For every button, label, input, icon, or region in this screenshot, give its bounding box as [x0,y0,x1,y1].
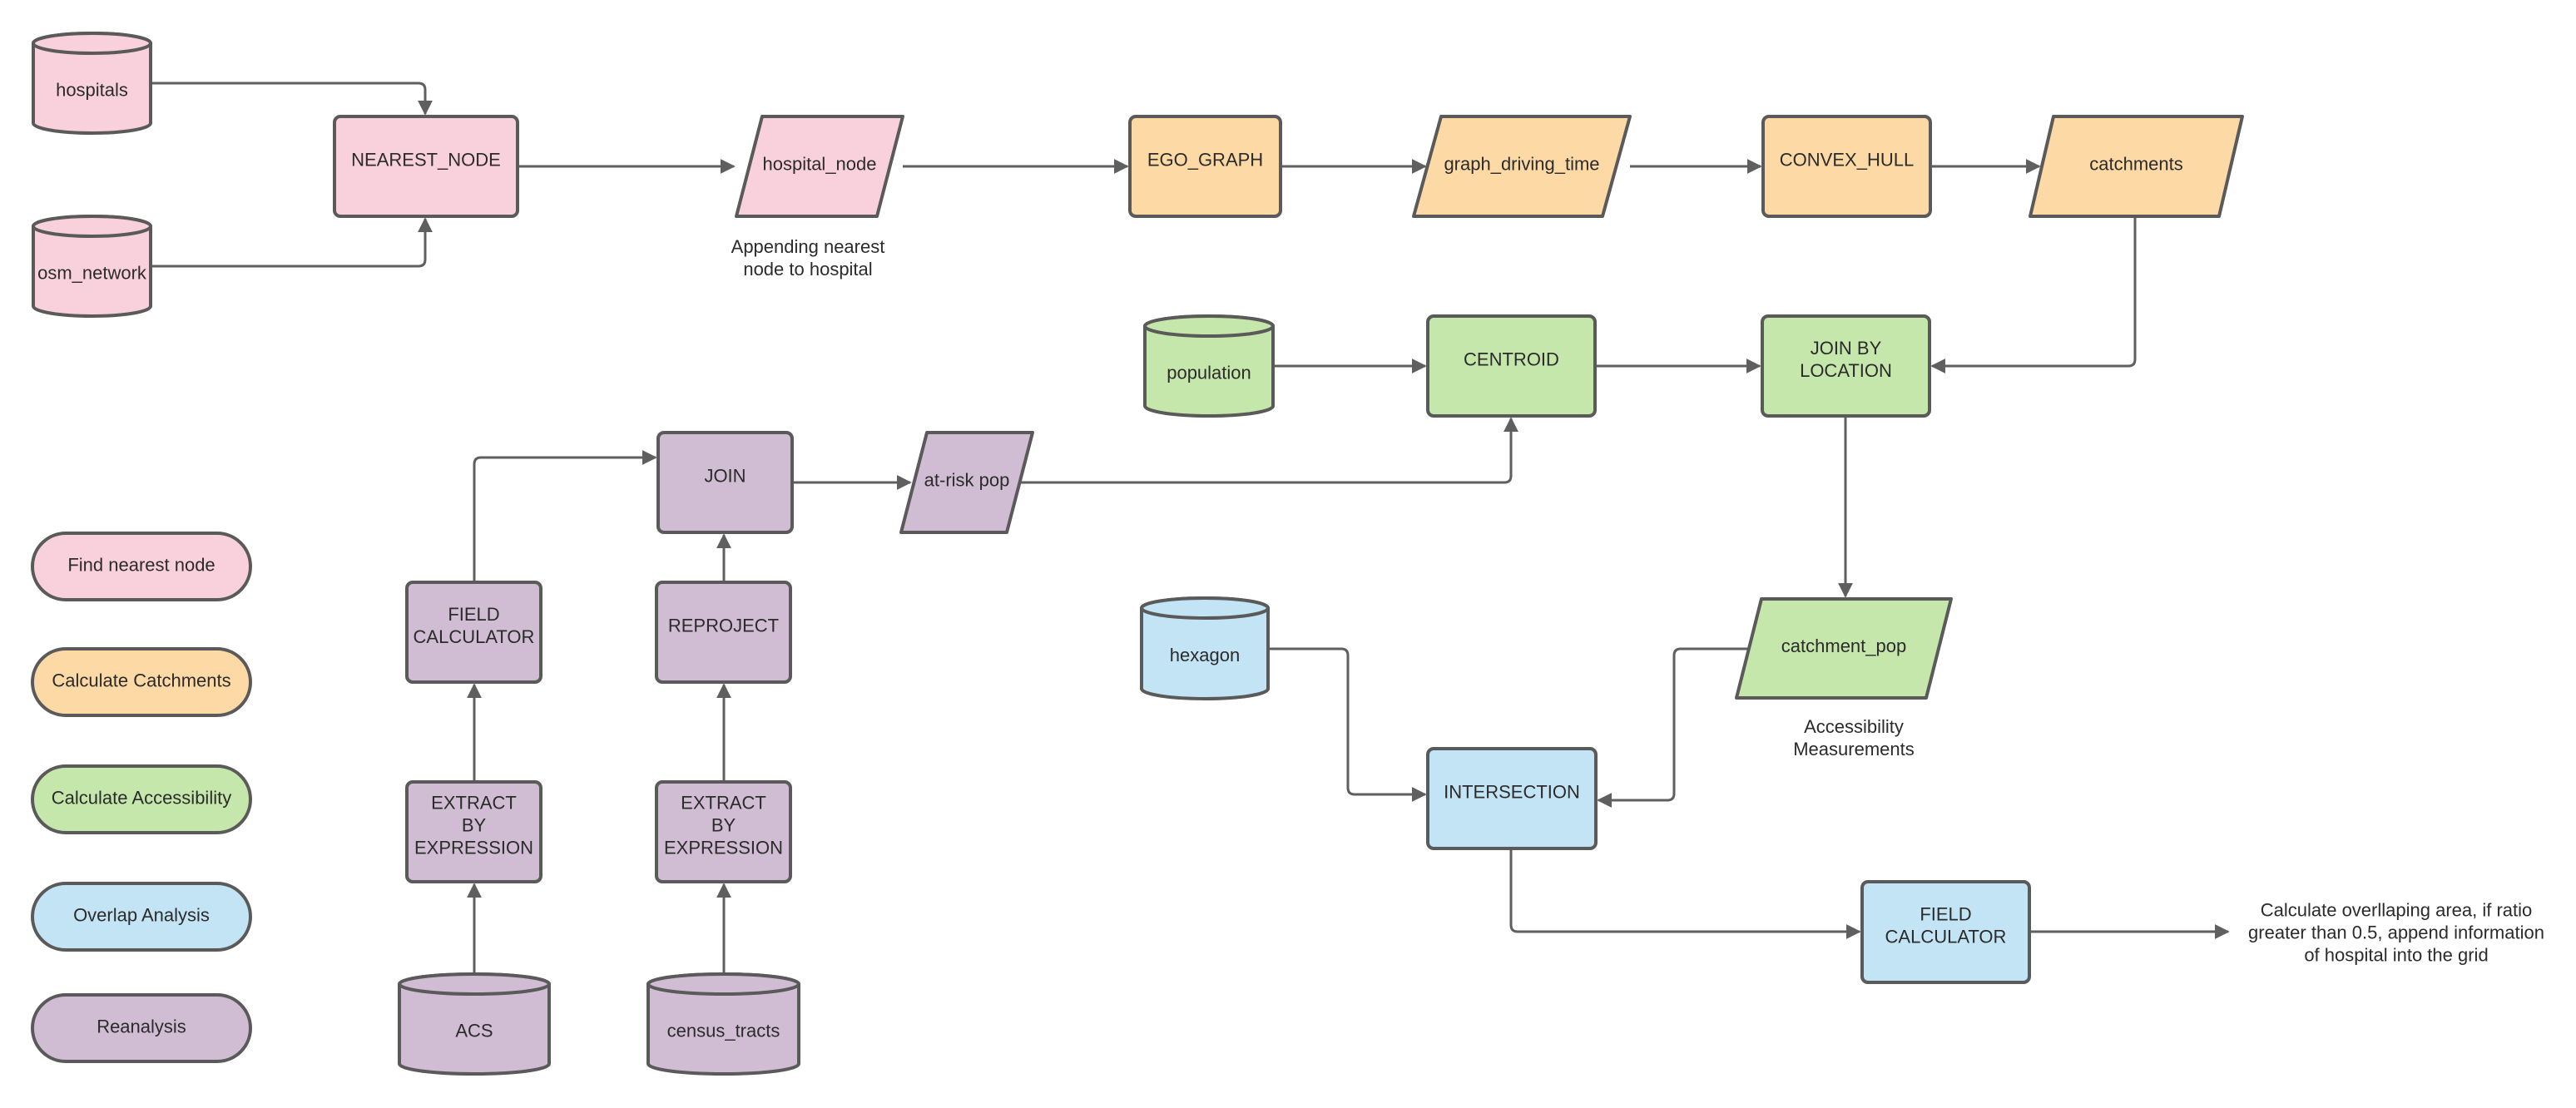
node-label-census-tracts: census_tracts [667,1021,780,1041]
node-field-calculator-purple[interactable]: FIELDCALCULATOR [405,581,542,684]
database-cylinder-top [1140,596,1270,620]
legend-item-reanalysis: Reanalysis [31,993,252,1063]
edge-osm-network-to-nearest-node[interactable] [151,217,433,268]
node-census-tracts[interactable]: census_tracts [646,972,800,1076]
node-label-field-calculator-blue: CALCULATOR [1885,927,2007,947]
annotation-note-overlap: Calculate overllaping area, if ratiogrea… [2248,900,2544,966]
node-label-nearest-node: NEAREST_NODE [351,150,501,171]
database-cylinder-top [398,972,551,996]
legend-label: Overlap Analysis [73,905,210,926]
annotation-text: Accessibility [1804,716,1904,737]
legend-label: Find nearest node [67,555,215,576]
node-label-at-risk-pop: at-risk pop [924,470,1010,491]
annotation-hospital-node-note: Appending nearestnode to hospital [731,236,885,279]
node-label-centroid: CENTROID [1464,349,1559,370]
node-hospital-node[interactable]: hospital_node [735,115,904,218]
annotation-accessibility-note: AccessibilityMeasurements [1793,716,1915,759]
node-label-extract-acs: EXTRACT [431,793,517,814]
edge-field-calculator-purple-to-join[interactable] [473,450,657,582]
node-catchment-pop[interactable]: catchment_pop [1735,597,1953,700]
edge-hexagon-to-intersection[interactable] [1268,647,1427,802]
node-label-field-calculator-blue: FIELD [1920,904,1971,925]
node-acs[interactable]: ACS [398,972,551,1076]
annotation-text: Appending nearest [731,236,885,257]
node-osm-network[interactable]: osm_network [32,215,152,318]
node-extract-census[interactable]: EXTRACTBYEXPRESSION [655,780,792,883]
database-cylinder-top [32,32,152,55]
node-label-field-calculator-purple: FIELD [448,604,499,625]
node-label-ego-graph: EGO_GRAPH [1147,150,1263,171]
node-label-hospitals: hospitals [56,80,128,101]
node-population[interactable]: population [1143,314,1275,418]
database-cylinder-top [646,972,800,996]
node-nearest-node[interactable]: NEAREST_NODE [333,115,519,218]
annotation-text: Measurements [1793,739,1915,759]
legend-label: Calculate Catchments [52,670,230,691]
node-label-reproject: REPROJECT [668,616,779,636]
node-label-extract-acs: EXPRESSION [414,838,533,858]
node-label-hexagon: hexagon [1170,645,1240,665]
node-label-population: population [1167,363,1251,383]
annotation-text: node to hospital [743,259,872,279]
notes-layer: Appending nearestnode to hospital Accessi… [731,236,2544,966]
flowchart-canvas: hospitals osm_network NEAREST_NODE hospital… [31,32,2544,1076]
annotation-text: Calculate overllaping area, if ratio [2261,900,2533,921]
annotation-text: of hospital into the grid [2304,945,2488,966]
node-hospitals[interactable]: hospitals [32,32,152,135]
node-label-join-by-location: JOIN BY [1811,338,1882,359]
node-label-graph-driving-time: graph_driving_time [1444,154,1599,175]
database-cylinder-top [32,215,152,238]
edge-catchment-pop-to-intersection[interactable] [1597,647,1749,808]
node-intersection[interactable]: INTERSECTION [1426,747,1598,850]
node-label-acs: ACS [455,1021,493,1041]
legend-item-overlap-analysis: Overlap Analysis [31,882,252,952]
node-label-hospital-node: hospital_node [762,154,876,175]
node-label-extract-census: EXPRESSION [664,838,783,858]
node-label-field-calculator-purple: CALCULATOR [414,626,535,647]
node-label-intersection: INTERSECTION [1444,782,1580,803]
node-join[interactable]: JOIN [656,431,794,534]
node-label-catchment-pop: catchment_pop [1781,636,1906,656]
edge-intersection-to-field-calculator-blue[interactable] [1509,848,1861,939]
node-centroid[interactable]: CENTROID [1426,314,1597,418]
node-catchments[interactable]: catchments [2029,115,2244,218]
node-label-extract-census: EXTRACT [681,793,766,814]
annotation-text: greater than 0.5, append information [2248,923,2544,943]
node-join-by-location[interactable]: JOIN BYLOCATION [1761,314,1931,418]
node-reproject[interactable]: REPROJECT [655,581,792,684]
node-label-extract-census: BY [711,815,736,836]
node-extract-acs[interactable]: EXTRACTBYEXPRESSION [405,780,542,883]
legend-item-calculate-catchments: Calculate Catchments [31,647,252,717]
edge-catchments-to-join-by-location[interactable] [1930,216,2137,373]
node-convex-hull[interactable]: CONVEX_HULL [1761,115,1932,218]
node-label-join-by-location: LOCATION [1800,360,1892,381]
nodes-layer: hospitals osm_network NEAREST_NODE hospital… [32,32,2244,1076]
edge-at-risk-pop-to-centroid[interactable] [1020,417,1518,484]
node-label-catchments: catchments [2089,154,2183,175]
database-cylinder-top [1143,314,1275,338]
node-hexagon[interactable]: hexagon [1140,596,1270,700]
edge-hospitals-to-nearest-node[interactable] [151,82,433,116]
legend: Find nearest node Calculate Catchments Cal… [31,532,252,1063]
legend-label: Calculate Accessibility [52,788,231,809]
node-ego-graph[interactable]: EGO_GRAPH [1128,115,1282,218]
node-at-risk-pop[interactable]: at-risk pop [899,431,1034,534]
node-graph-driving-time[interactable]: graph_driving_time [1412,115,1632,218]
node-label-osm-network: osm_network [37,263,147,284]
legend-label: Reanalysis [97,1016,186,1037]
legend-item-find-nearest-node: Find nearest node [31,532,252,601]
node-label-extract-acs: BY [462,815,487,836]
legend-item-calculate-accessibility: Calculate Accessibility [31,764,252,834]
node-label-join: JOIN [704,466,746,487]
node-label-convex-hull: CONVEX_HULL [1780,150,1914,171]
node-field-calculator-blue[interactable]: FIELDCALCULATOR [1860,880,2031,984]
